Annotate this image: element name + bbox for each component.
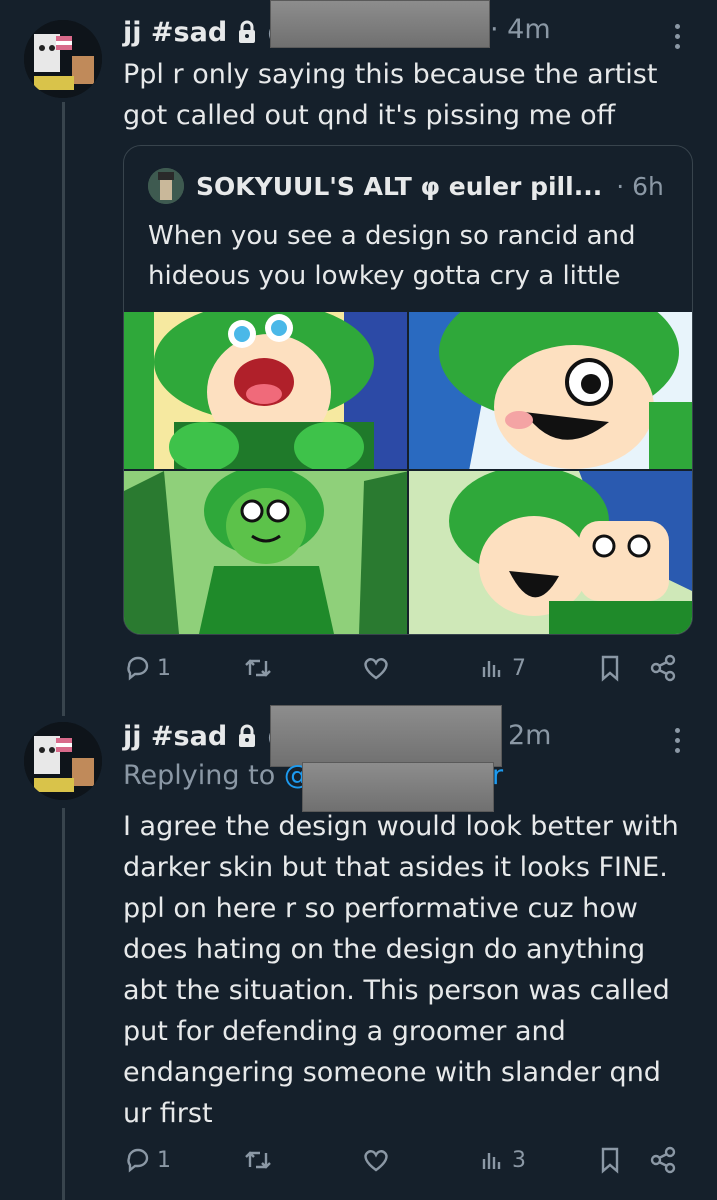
display-name[interactable]: jj #sad [123,721,227,752]
tweet-text-line: put for defending a groomer and [123,1016,566,1047]
thread-connector-line [62,808,65,1200]
quote-header: SOKYUUL'S ALT φ euler pill... · 6h [148,168,664,204]
tweet-text-line: Ppl r only saying this because the artis… [123,59,658,90]
like-icon [364,1150,388,1172]
like-button[interactable] [361,1145,391,1175]
image-characters-duo[interactable] [409,471,692,634]
bookmark-icon [601,655,619,682]
redacted-reply-handle [302,762,494,812]
views-button[interactable]: 7 [478,653,526,683]
quote-text: When you see a design so rancid and hide… [148,216,678,296]
redacted-handle [270,0,490,48]
avatar[interactable] [24,20,102,98]
retweet-icon [245,1151,271,1169]
image-tank-top-character[interactable] [124,471,409,634]
tweet-actions: 1 3 [123,1142,693,1178]
thread-connector-line [62,102,65,716]
share-button[interactable] [648,1145,678,1175]
lock-icon [239,724,256,747]
views-count: 7 [512,655,526,681]
tweet-text-line: darker skin but that asides it looks FIN… [123,852,668,883]
bookmark-button[interactable] [595,1145,625,1175]
tweet-text-line: ur first [123,1098,213,1129]
retweet-button[interactable] [243,1145,273,1175]
reply-icon [127,656,149,681]
like-icon [364,658,388,680]
tweet-header: jj #sad @ [123,12,294,52]
quote-display-name[interactable]: SOKYUUL'S ALT φ euler pill... [196,172,602,201]
image-winking-character[interactable] [409,312,692,471]
views-icon [482,661,501,677]
image-excited-character[interactable] [124,312,409,471]
reply-button[interactable]: 1 [123,653,171,683]
tweet-text-line: got called out qnd it's pissing me off [123,100,616,131]
display-name[interactable]: jj #sad [123,17,227,48]
more-icon[interactable] [675,728,681,753]
retweet-icon [245,659,271,677]
quote-timestamp[interactable]: · 6h [616,172,664,201]
quote-text-line: hideous you lowkey gotta cry a little [148,261,621,291]
tweet-text: Ppl r only saying this because the artis… [123,54,693,136]
reply-icon [127,1148,149,1173]
tweet-text-line: ppl on here r so performative cuz how [123,893,638,924]
timestamp[interactable]: 2m [508,720,551,751]
lock-icon [239,20,256,43]
share-icon [650,1146,676,1174]
quote-avatar [148,168,184,204]
tweet-header: jj #sad @ [123,716,294,756]
replying-to-label: Replying to [123,760,276,791]
bookmark-icon [601,1147,619,1174]
bookmark-button[interactable] [595,653,625,683]
share-button[interactable] [648,653,678,683]
like-button[interactable] [361,653,391,683]
quote-text-line: When you see a design so rancid and [148,221,636,251]
tweet-text-line: I agree the design would look better wit… [123,811,679,842]
image-grid [124,312,692,634]
avatar[interactable] [24,722,102,800]
redacted-handle [270,705,502,767]
tweet-actions: 1 7 [123,650,693,686]
views-icon [482,1153,501,1169]
tweet-text: I agree the design would look better wit… [123,806,703,1134]
tweet-text-line: does hating on the design do anything [123,934,646,965]
quoted-tweet[interactable]: SOKYUUL'S ALT φ euler pill... · 6h When … [123,145,693,635]
views-count: 3 [512,1147,526,1173]
reply-button[interactable]: 1 [123,1145,171,1175]
more-icon[interactable] [675,24,681,49]
replying-to: Replying to @ [123,760,311,791]
reply-count: 1 [157,1147,171,1173]
timestamp[interactable]: · 4m [490,14,551,45]
tweet-text-line: abt the situation. This person was calle… [123,975,670,1006]
reply-count: 1 [157,655,171,681]
views-button[interactable]: 3 [478,1145,526,1175]
tweet-text-line: endangering someone with slander qnd [123,1057,661,1088]
share-icon [650,654,676,682]
replying-to-handle-tail[interactable]: r [492,760,503,791]
retweet-button[interactable] [243,653,273,683]
